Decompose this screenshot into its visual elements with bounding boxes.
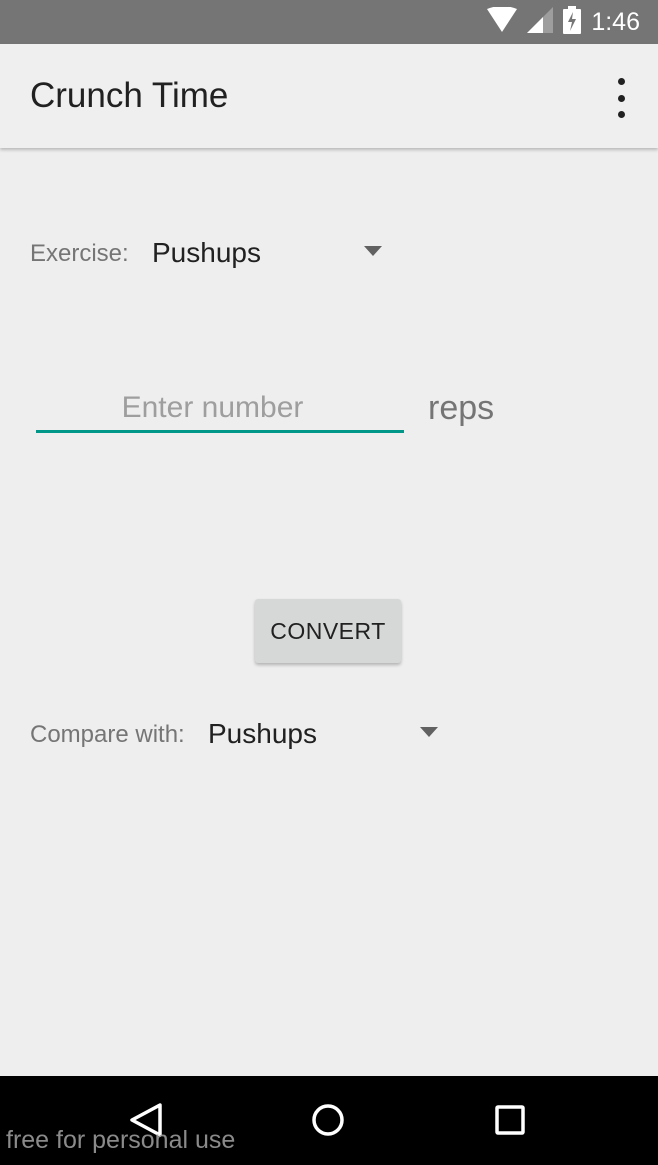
dropdown-arrow-icon xyxy=(420,727,438,737)
status-icons: 1:46 xyxy=(487,5,640,39)
status-time: 1:46 xyxy=(591,7,640,36)
wifi-icon xyxy=(487,5,518,38)
compare-label: Compare with: xyxy=(30,721,185,748)
recents-icon[interactable] xyxy=(488,1098,532,1142)
overflow-dot xyxy=(617,111,625,118)
battery-charging-icon xyxy=(563,5,582,39)
home-icon[interactable] xyxy=(306,1098,350,1142)
exercise-label: Exercise: xyxy=(30,240,129,267)
status-bar: 1:46 xyxy=(0,0,658,44)
overflow-dot xyxy=(617,78,625,85)
app-title: Crunch Time xyxy=(30,76,229,115)
app-bar: Crunch Time xyxy=(0,44,658,148)
exercise-spinner-value: Pushups xyxy=(152,237,261,268)
compare-spinner[interactable]: Pushups xyxy=(204,713,449,757)
reps-unit-label: reps xyxy=(428,389,495,427)
reps-number-input[interactable] xyxy=(36,386,404,433)
cell-signal-icon xyxy=(527,6,554,38)
overflow-dot xyxy=(617,94,625,102)
convert-button[interactable]: CONVERT xyxy=(255,599,401,663)
compare-spinner-value: Pushups xyxy=(208,718,317,749)
watermark-text: free for personal use xyxy=(6,1126,236,1154)
exercise-spinner[interactable]: Pushups xyxy=(148,232,393,276)
overflow-menu-icon[interactable] xyxy=(606,78,636,118)
dropdown-arrow-icon xyxy=(364,246,382,256)
